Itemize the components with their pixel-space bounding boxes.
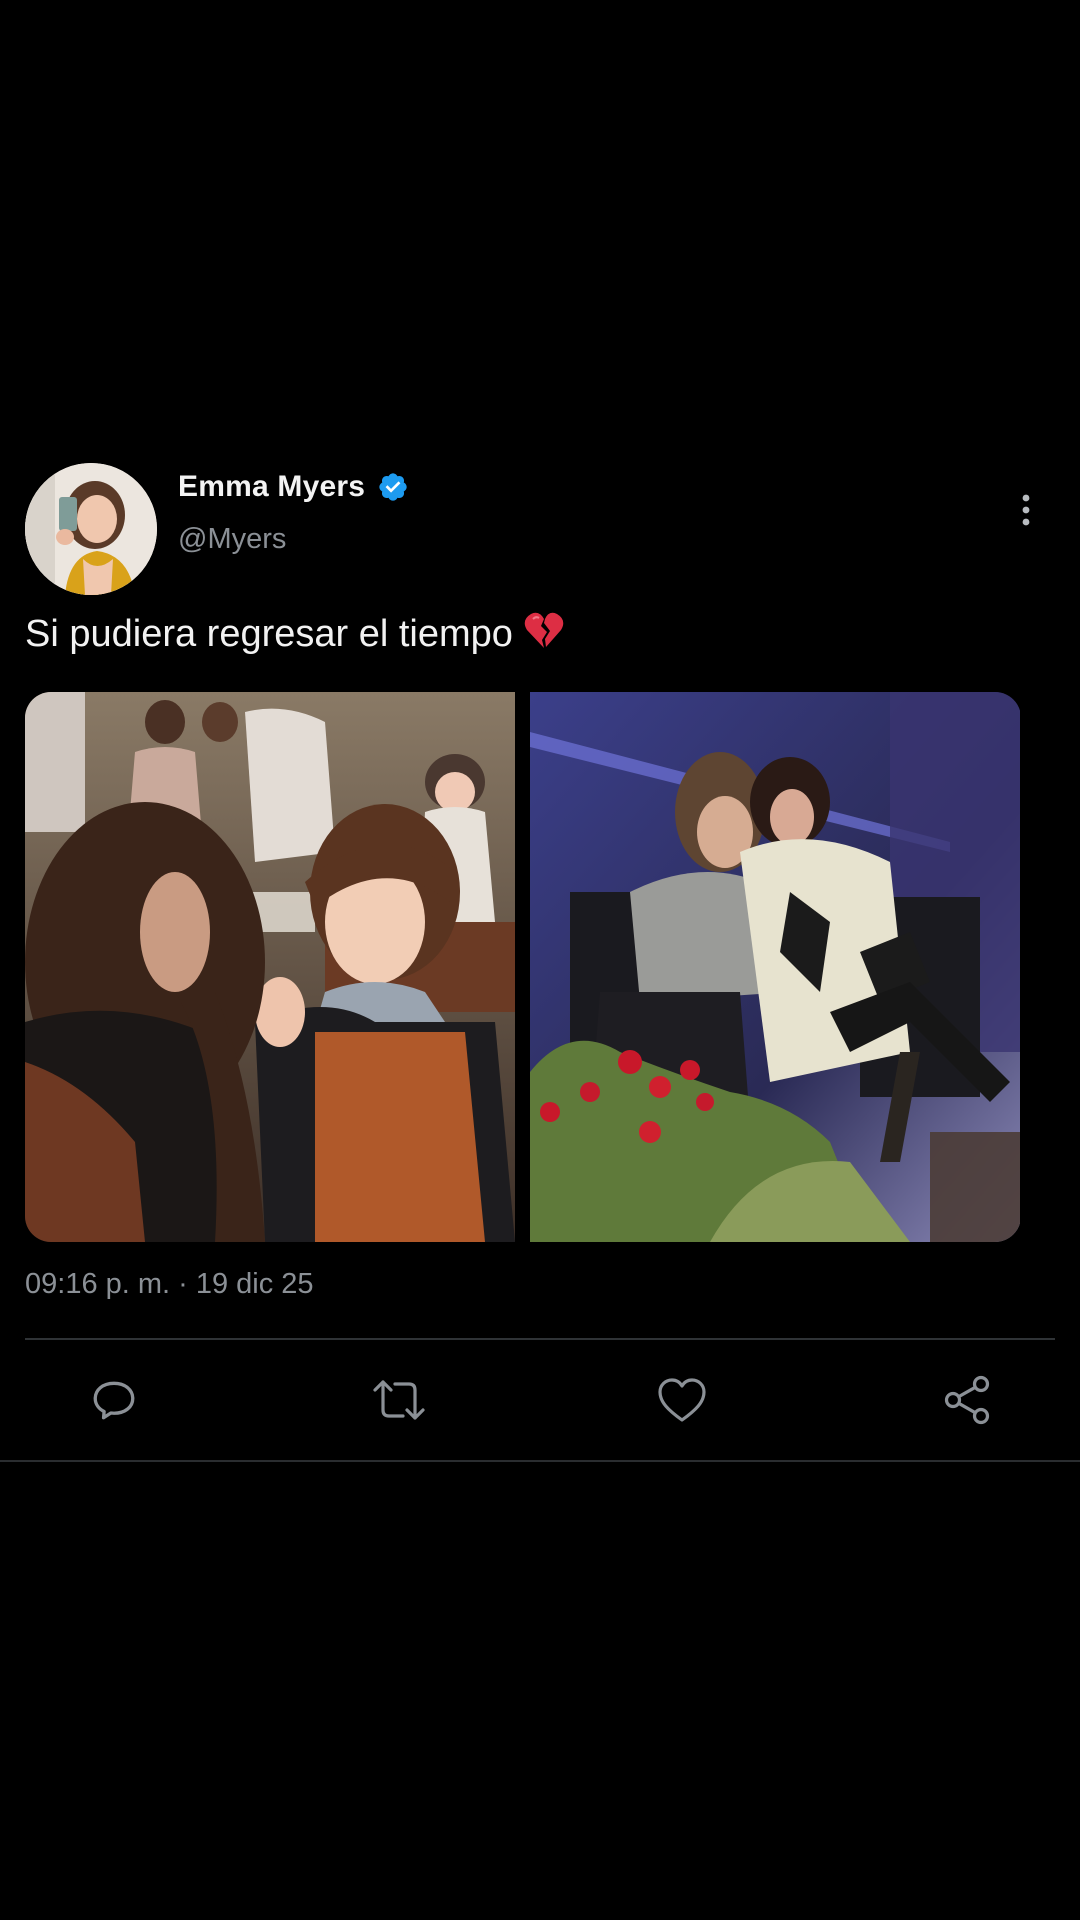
share-button[interactable]: [935, 1370, 999, 1434]
share-icon: [941, 1374, 993, 1431]
author-display-name[interactable]: Emma Myers: [178, 470, 365, 504]
tweet-text-content: Si pudiera regresar el tiempo: [25, 613, 513, 655]
photo-left[interactable]: [25, 692, 515, 1242]
verified-badge-icon: [377, 471, 409, 503]
author-handle[interactable]: @Myers: [178, 523, 286, 556]
action-bar: [0, 1370, 1080, 1450]
post-timestamp[interactable]: 09:16 p. m. · 19 dic 25: [25, 1268, 314, 1301]
avatar[interactable]: [25, 463, 157, 595]
repost-button[interactable]: [367, 1370, 431, 1434]
tweet-text: Si pudiera regresar el tiempo: [25, 610, 565, 656]
media-grid: [25, 692, 1021, 1242]
divider: [25, 1338, 1055, 1340]
comment-icon: [89, 1375, 139, 1430]
bottom-divider: [0, 1460, 1080, 1462]
photo-right[interactable]: [530, 692, 1020, 1242]
heart-icon: [656, 1376, 708, 1429]
more-options-icon[interactable]: [1012, 490, 1040, 530]
reply-button[interactable]: [82, 1370, 146, 1434]
like-button[interactable]: [650, 1370, 714, 1434]
repost-icon: [371, 1375, 427, 1430]
broken-heart-icon: [523, 610, 565, 652]
author-name-row[interactable]: Emma Myers: [178, 470, 409, 504]
